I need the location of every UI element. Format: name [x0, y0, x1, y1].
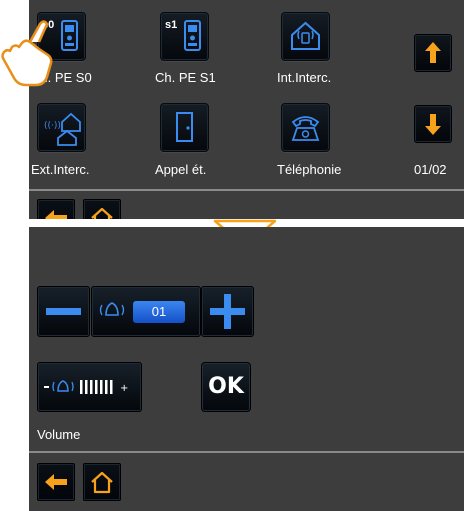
svg-text:((·)): ((·)) — [44, 121, 61, 131]
tile-label-appel-et: Appel ét. — [155, 162, 207, 177]
tile-appel-et[interactable] — [160, 103, 209, 152]
volume-slider[interactable]: + — [37, 362, 142, 412]
tile-label-ch-pe-s1: Ch. PE S1 — [155, 70, 216, 85]
tile-ch-pe-s1[interactable]: s1 — [160, 12, 209, 61]
arrow-left-icon — [45, 474, 67, 490]
tile-badge: s1 — [165, 19, 178, 31]
back-button[interactable] — [37, 463, 75, 501]
internal-intercom-icon — [291, 21, 320, 50]
arrow-down-icon — [425, 114, 441, 135]
ring-value: 01 — [133, 301, 185, 323]
divider — [29, 189, 464, 191]
tile-label-int-interc: Int.Interc. — [277, 70, 332, 85]
decrease-button[interactable] — [37, 286, 90, 337]
home-icon — [91, 207, 113, 219]
page-indicator: 01/02 — [414, 162, 447, 177]
minus-icon — [46, 308, 81, 315]
floor-call-door-icon — [176, 112, 193, 142]
ok-button[interactable]: OK — [201, 362, 251, 412]
tile-int-interc[interactable] — [281, 12, 330, 61]
home-button[interactable] — [83, 463, 121, 501]
home-button[interactable] — [83, 199, 121, 219]
hand-pointer-icon — [1, 20, 53, 87]
scroll-up-button[interactable] — [414, 34, 452, 72]
volume-level-icon: + — [44, 380, 128, 394]
tile-telephonie[interactable] — [281, 103, 330, 152]
plus-icon — [210, 294, 245, 329]
tile-ext-interc[interactable]: ((·)) — [37, 103, 86, 152]
volume-label: Volume — [37, 427, 81, 442]
home-icon — [91, 471, 113, 494]
increase-button[interactable] — [201, 286, 254, 337]
divider — [29, 451, 464, 453]
telephone-icon — [291, 116, 320, 141]
tile-label-ext-interc: Ext.Interc. — [31, 162, 90, 177]
svg-text:+: + — [120, 383, 128, 394]
arrow-up-icon — [425, 42, 441, 63]
tile-label-telephonie: Téléphonie — [277, 162, 342, 177]
scroll-down-button[interactable] — [414, 105, 452, 143]
top-screen: s0 Ch. PE S0 s1 Ch. PE S1 Int.Interc. ((… — [29, 0, 464, 219]
back-button[interactable] — [37, 199, 75, 219]
external-intercom-icon: ((·)) — [44, 112, 81, 146]
arrow-left-icon — [45, 210, 67, 219]
